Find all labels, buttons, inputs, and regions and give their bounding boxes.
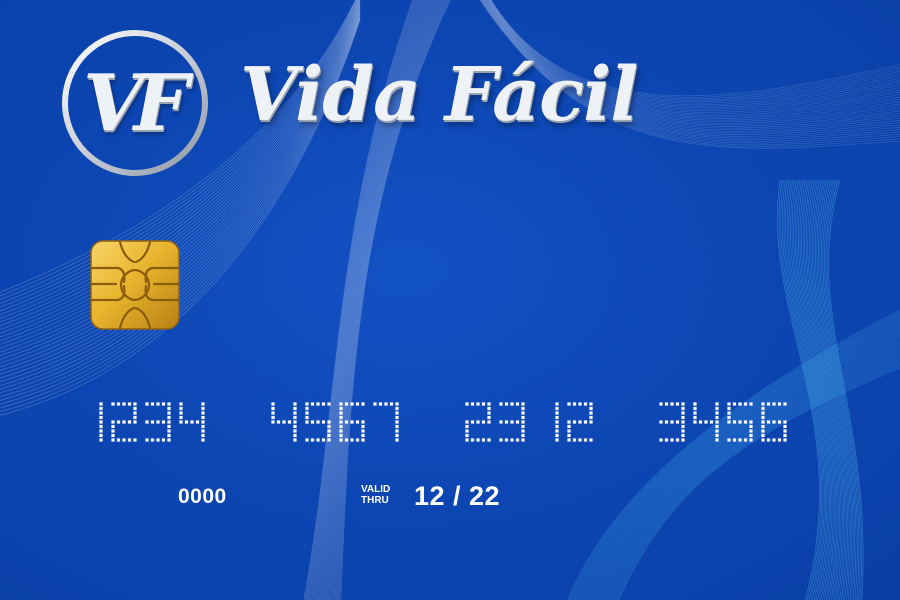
card-number-digit <box>555 402 559 442</box>
credit-card: VF Vida Fácil 0000 VALID THRU 12 / 22 <box>0 0 900 600</box>
brand-initials: VF <box>83 57 189 149</box>
valid-label-line2: THRU <box>361 495 389 506</box>
brand-name: Vida Fácil <box>240 52 638 138</box>
card-number-digit <box>727 402 753 442</box>
valid-thru-label: VALID THRU <box>361 484 405 506</box>
card-number-digit <box>659 402 685 442</box>
card-number-digit <box>761 402 787 442</box>
card-holder-number: 0000 <box>178 485 227 508</box>
expiry-date: 12 / 22 <box>414 481 501 511</box>
card-number-digit <box>465 402 491 442</box>
card-number-group-4 <box>659 402 787 442</box>
card-number-digit <box>305 402 331 442</box>
card-number-digit <box>693 402 719 442</box>
card-number-digit <box>271 402 297 442</box>
card-number-group-3 <box>465 402 593 442</box>
card-number-digit <box>99 402 103 442</box>
brand-logo-badge: VF <box>58 26 212 180</box>
card-number-digit <box>499 402 525 442</box>
card-number-digit <box>111 402 137 442</box>
card-number-group-2 <box>271 402 399 442</box>
valid-label-line1: VALID <box>361 484 391 495</box>
card-number-group-1 <box>99 402 205 442</box>
chip-icon <box>90 240 180 330</box>
wave-line <box>598 344 900 600</box>
card-number-digit <box>145 402 171 442</box>
card-number-digit <box>179 402 205 442</box>
card-number-digit <box>567 402 593 442</box>
card-number-digit <box>373 402 399 442</box>
card-number-digit <box>339 402 365 442</box>
card-number <box>75 402 797 444</box>
